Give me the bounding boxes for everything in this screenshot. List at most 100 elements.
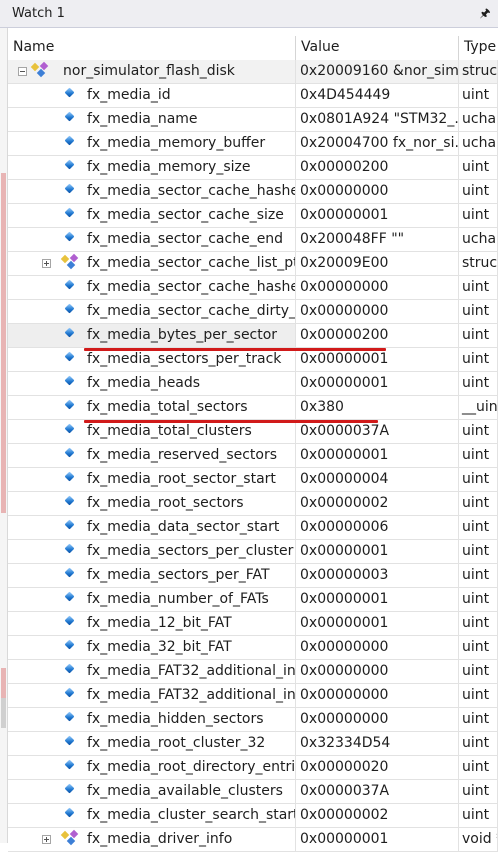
- watch-row[interactable]: fx_media_32_bit_FAT 0x00000000 uint: [8, 636, 498, 660]
- watch-value-cell[interactable]: 0x20009E00: [296, 252, 459, 276]
- watch-value-cell[interactable]: 0x00000000: [296, 684, 459, 708]
- watch-name-cell[interactable]: fx_media_data_sector_start: [8, 516, 296, 540]
- watch-value-cell[interactable]: 0x380: [296, 396, 459, 420]
- column-header-value[interactable]: Value: [296, 36, 459, 60]
- watch-name-cell[interactable]: fx_media_root_directory_entri...: [8, 756, 296, 780]
- watch-value-cell[interactable]: 0x00000000: [296, 708, 459, 732]
- watch-row[interactable]: fx_media_root_cluster_32 0x32334D54 uint: [8, 732, 498, 756]
- watch-row[interactable]: fx_media_memory_buffer 0x20004700 fx_nor_…: [8, 132, 498, 156]
- watch-name-cell[interactable]: fx_media_root_sectors: [8, 492, 296, 516]
- watch-value-cell[interactable]: 0x00000000: [296, 300, 459, 324]
- watch-name-cell[interactable]: fx_media_reserved_sectors: [8, 444, 296, 468]
- watch-name-cell[interactable]: fx_media_available_clusters: [8, 780, 296, 804]
- watch-row[interactable]: fx_media_sectors_per_track 0x00000001 uint: [8, 348, 498, 372]
- watch-name-cell[interactable]: fx_media_memory_size: [8, 156, 296, 180]
- watch-row[interactable]: fx_media_bytes_per_sector 0x00000200 uint: [8, 324, 498, 348]
- expand-icon[interactable]: [42, 259, 51, 268]
- watch-row[interactable]: fx_media_root_directory_entri... 0x000000…: [8, 756, 498, 780]
- watch-row[interactable]: fx_media_driver_info 0x00000001void *: [8, 828, 498, 852]
- column-header-type[interactable]: Type: [459, 36, 498, 60]
- watch-row[interactable]: fx_media_hidden_sectors 0x00000000 uint: [8, 708, 498, 732]
- watch-value-cell[interactable]: 0x00000001: [296, 828, 459, 852]
- watch-row[interactable]: fx_media_heads 0x00000001 uint: [8, 372, 498, 396]
- watch-row[interactable]: fx_media_cluster_search_start 0x00000002 u…: [8, 804, 498, 828]
- watch-row[interactable]: fx_media_FAT32_additional_in... 0x0000000…: [8, 684, 498, 708]
- watch-value-cell[interactable]: 0x00000002: [296, 804, 459, 828]
- watch-value-cell[interactable]: 0x00000001: [296, 204, 459, 228]
- watch-value-cell[interactable]: 0x0801A924 "STM32_...: [296, 108, 459, 132]
- watch-row[interactable]: fx_media_sector_cache_list_ptr 0x20009E00…: [8, 252, 498, 276]
- watch-row[interactable]: fx_media_sector_cache_hashe... 0x00000000…: [8, 276, 498, 300]
- watch-row[interactable]: fx_media_sector_cache_hashed 0x00000000 ui…: [8, 180, 498, 204]
- watch-value-cell[interactable]: 0x00000001: [296, 348, 459, 372]
- watch-name-cell[interactable]: fx_media_sector_cache_end: [8, 228, 296, 252]
- watch-name-cell[interactable]: fx_media_heads: [8, 372, 296, 396]
- watch-row[interactable]: fx_media_root_sectors 0x00000002 uint: [8, 492, 498, 516]
- watch-value-cell[interactable]: 0x00000000: [296, 180, 459, 204]
- watch-name-cell[interactable]: fx_media_sectors_per_track: [8, 348, 296, 372]
- watch-name-cell[interactable]: fx_media_sector_cache_list_ptr: [8, 252, 296, 276]
- watch-value-cell[interactable]: 0x00000001: [296, 372, 459, 396]
- watch-row[interactable]: fx_media_available_clusters 0x0000037A uin…: [8, 780, 498, 804]
- watch-name-cell[interactable]: fx_media_bytes_per_sector: [8, 324, 296, 348]
- watch-row[interactable]: fx_media_sector_cache_end 0x200048FF "" uc…: [8, 228, 498, 252]
- watch-value-cell[interactable]: 0x200048FF "": [296, 228, 459, 252]
- watch-row[interactable]: nor_simulator_flash_disk 0x20009160 &nor_…: [8, 60, 498, 84]
- watch-value-cell[interactable]: 0x00000000: [296, 276, 459, 300]
- watch-name-cell[interactable]: fx_media_sector_cache_dirty_...: [8, 300, 296, 324]
- watch-row[interactable]: fx_media_total_clusters 0x0000037A uint: [8, 420, 498, 444]
- watch-name-cell[interactable]: fx_media_sectors_per_cluster: [8, 540, 296, 564]
- watch-row[interactable]: fx_media_root_sector_start 0x00000004 uint: [8, 468, 498, 492]
- watch-name-cell[interactable]: fx_media_root_sector_start: [8, 468, 296, 492]
- watch-row[interactable]: fx_media_data_sector_start 0x00000006 uint: [8, 516, 498, 540]
- watch-value-cell[interactable]: 0x00000001: [296, 540, 459, 564]
- watch-name-cell[interactable]: fx_media_id: [8, 84, 296, 108]
- watch-row[interactable]: fx_media_id 0x4D454449 uint: [8, 84, 498, 108]
- watch-row[interactable]: fx_media_sector_cache_dirty_... 0x0000000…: [8, 300, 498, 324]
- watch-value-cell[interactable]: 0x00000200: [296, 324, 459, 348]
- watch-value-cell[interactable]: 0x0000037A: [296, 420, 459, 444]
- watch-name-cell[interactable]: fx_media_sector_cache_size: [8, 204, 296, 228]
- watch-value-cell[interactable]: 0x4D454449: [296, 84, 459, 108]
- watch-row[interactable]: fx_media_number_of_FATs 0x00000001 uint: [8, 588, 498, 612]
- watch-row[interactable]: fx_media_12_bit_FAT 0x00000001 uint: [8, 612, 498, 636]
- watch-name-cell[interactable]: fx_media_cluster_search_start: [8, 804, 296, 828]
- watch-name-cell[interactable]: nor_simulator_flash_disk: [8, 60, 296, 84]
- watch-row[interactable]: fx_media_name 0x0801A924 "STM32_... uchar: [8, 108, 498, 132]
- watch-value-cell[interactable]: 0x00000001: [296, 444, 459, 468]
- watch-name-cell[interactable]: fx_media_number_of_FATs: [8, 588, 296, 612]
- watch-value-cell[interactable]: 0x00000200: [296, 156, 459, 180]
- watch-name-cell[interactable]: fx_media_total_clusters: [8, 420, 296, 444]
- watch-row[interactable]: fx_media_total_sectors 0x380__uint: [8, 396, 498, 420]
- watch-value-cell[interactable]: 0x20004700 fx_nor_si...: [296, 132, 459, 156]
- watch-value-cell[interactable]: 0x0000037A: [296, 780, 459, 804]
- watch-name-cell[interactable]: fx_media_FAT32_additional_in...: [8, 660, 296, 684]
- watch-name-cell[interactable]: fx_media_sector_cache_hashed: [8, 180, 296, 204]
- watch-name-cell[interactable]: fx_media_driver_info: [8, 828, 296, 852]
- watch-value-cell[interactable]: 0x00000001: [296, 588, 459, 612]
- watch-value-cell[interactable]: 0x00000000: [296, 660, 459, 684]
- collapse-icon[interactable]: [18, 67, 27, 76]
- watch-value-cell[interactable]: 0x32334D54: [296, 732, 459, 756]
- watch-name-cell[interactable]: fx_media_FAT32_additional_in...: [8, 684, 296, 708]
- watch-value-cell[interactable]: 0x00000004: [296, 468, 459, 492]
- watch-row[interactable]: fx_media_memory_size 0x00000200 uint: [8, 156, 498, 180]
- watch-row[interactable]: fx_media_sectors_per_cluster 0x00000001 ui…: [8, 540, 498, 564]
- pin-icon[interactable]: 🖈: [478, 4, 492, 22]
- watch-name-cell[interactable]: fx_media_32_bit_FAT: [8, 636, 296, 660]
- watch-name-cell[interactable]: fx_media_sectors_per_FAT: [8, 564, 296, 588]
- watch-value-cell[interactable]: 0x00000000: [296, 636, 459, 660]
- watch-name-cell[interactable]: fx_media_root_cluster_32: [8, 732, 296, 756]
- watch-row[interactable]: fx_media_FAT32_additional_in... 0x0000000…: [8, 660, 498, 684]
- watch-row[interactable]: fx_media_reserved_sectors 0x00000001 uint: [8, 444, 498, 468]
- watch-row[interactable]: fx_media_sector_cache_size 0x00000001 uint: [8, 204, 498, 228]
- watch-value-cell[interactable]: 0x00000001: [296, 612, 459, 636]
- watch-value-cell[interactable]: 0x00000006: [296, 516, 459, 540]
- watch-value-cell[interactable]: 0x20009160 &nor_sim...: [296, 60, 459, 84]
- watch-name-cell[interactable]: fx_media_name: [8, 108, 296, 132]
- watch-name-cell[interactable]: fx_media_12_bit_FAT: [8, 612, 296, 636]
- watch-name-cell[interactable]: fx_media_sector_cache_hashe...: [8, 276, 296, 300]
- watch-row[interactable]: fx_media_sectors_per_FAT 0x00000003 uint: [8, 564, 498, 588]
- watch-value-cell[interactable]: 0x00000002: [296, 492, 459, 516]
- watch-value-cell[interactable]: 0x00000020: [296, 756, 459, 780]
